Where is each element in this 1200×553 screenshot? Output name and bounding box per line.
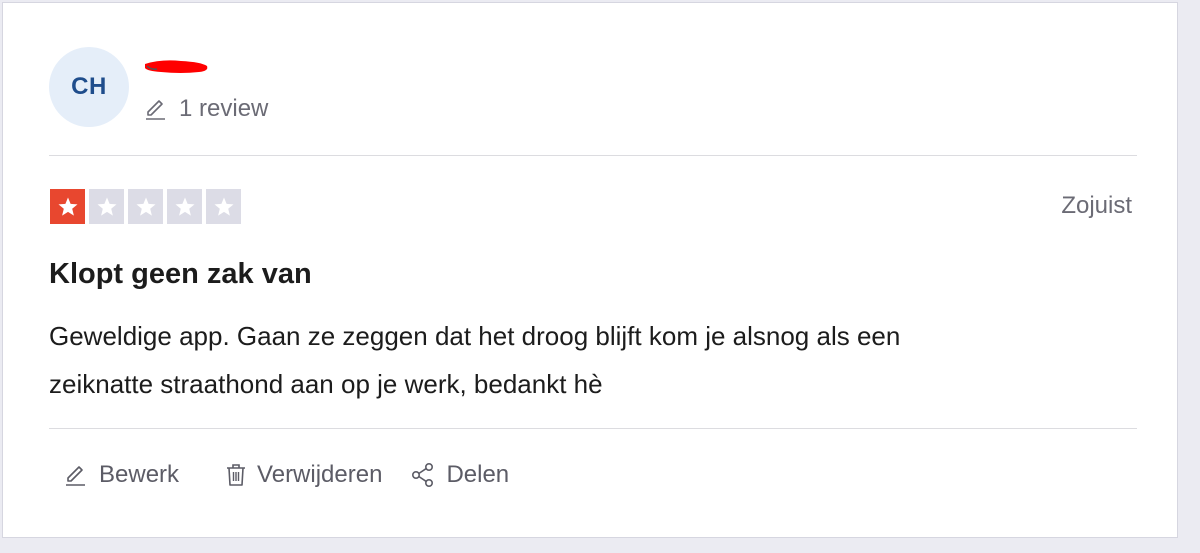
star-empty-icon: [89, 189, 124, 224]
star-filled-icon: [50, 189, 85, 224]
review-count[interactable]: 1 review: [143, 95, 268, 123]
review-body-line: zeiknatte straathond aan op je werk, bed…: [49, 369, 603, 399]
review-date: Zojuist: [1061, 192, 1132, 219]
edit-label: Bewerk: [99, 461, 180, 488]
share-label: Delen: [446, 461, 510, 488]
delete-label: Verwijderen: [257, 461, 383, 488]
trash-icon: [227, 464, 246, 486]
pencil-icon: [66, 466, 85, 486]
avatar-initials: CH: [71, 73, 107, 100]
footer-divider: [49, 428, 1137, 429]
header-divider: [49, 155, 1137, 156]
star-empty-icon: [167, 189, 202, 224]
review-actions: Bewerk Verwijderen Delen: [63, 461, 509, 489]
review-title: Klopt geen zak van: [49, 258, 312, 290]
share-button[interactable]: Delen: [410, 461, 509, 489]
redacted-name-mark: [145, 60, 208, 73]
delete-button[interactable]: Verwijderen: [223, 461, 382, 489]
star-rating: [50, 189, 245, 224]
review-card: CH 1 review Zojuist Klopt geen zak van G…: [2, 2, 1178, 538]
review-body-line: Geweldige app. Gaan ze zeggen dat het dr…: [49, 321, 901, 351]
review-count-label: 1 review: [179, 95, 269, 122]
review-body: Geweldige app. Gaan ze zeggen dat het dr…: [49, 312, 1129, 408]
edit-button[interactable]: Bewerk: [63, 461, 179, 489]
share-icon: [412, 462, 434, 487]
avatar: CH: [49, 47, 129, 127]
star-empty-icon: [206, 189, 241, 224]
star-empty-icon: [128, 189, 163, 224]
pencil-icon: [146, 100, 165, 120]
